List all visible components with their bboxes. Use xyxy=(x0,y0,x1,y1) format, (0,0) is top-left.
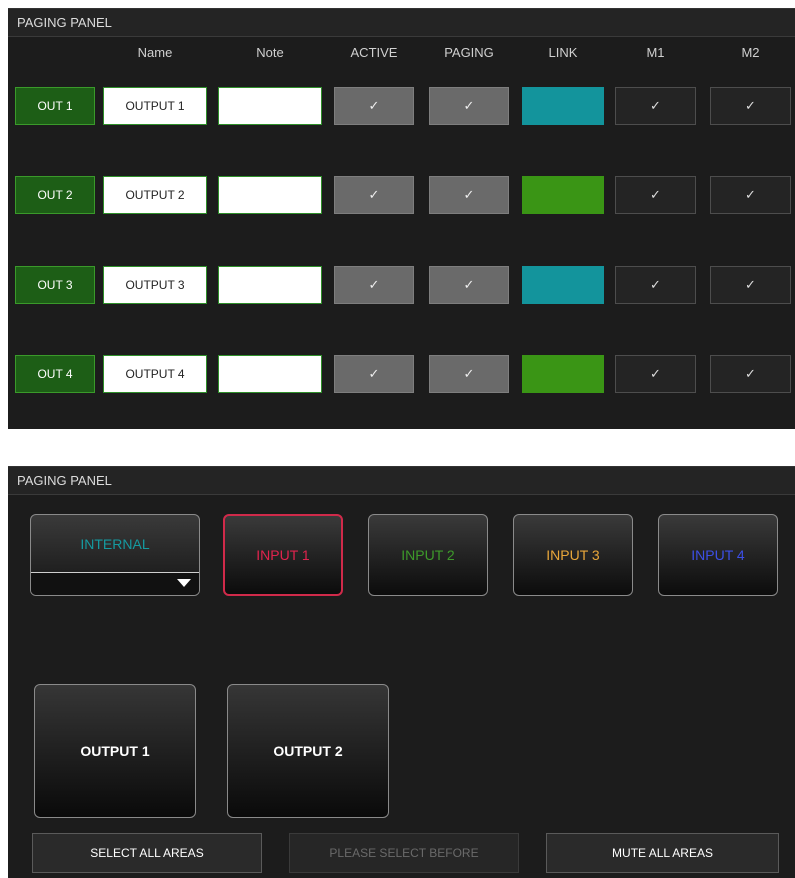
panel-title: PAGING PANEL xyxy=(8,8,795,37)
source-label: INTERNAL xyxy=(80,535,150,552)
name-field[interactable]: OUTPUT 3 xyxy=(103,266,207,304)
output-area-button[interactable]: OUTPUT 1 xyxy=(34,684,196,818)
m2-checkbox[interactable]: ✓ xyxy=(710,87,791,125)
out-button[interactable]: OUT 3 xyxy=(15,266,95,304)
note-field[interactable] xyxy=(218,266,322,304)
source-dropdown[interactable] xyxy=(31,572,199,595)
out-button[interactable]: OUT 2 xyxy=(15,176,95,214)
panel-title: PAGING PANEL xyxy=(8,466,795,495)
m1-checkbox[interactable]: ✓ xyxy=(615,87,696,125)
output-row: OUT 1 OUTPUT 1 ✓ ✓ ✓ ✓ xyxy=(8,87,795,127)
source-input-1-button[interactable]: INPUT 1 xyxy=(223,514,343,596)
paging-checkbox[interactable]: ✓ xyxy=(429,176,509,214)
m1-checkbox[interactable]: ✓ xyxy=(615,176,696,214)
m1-checkbox[interactable]: ✓ xyxy=(615,266,696,304)
source-input-2-button[interactable]: INPUT 2 xyxy=(368,514,488,596)
m2-checkbox[interactable]: ✓ xyxy=(710,176,791,214)
active-checkbox[interactable]: ✓ xyxy=(334,355,414,393)
source-input-3-button[interactable]: INPUT 3 xyxy=(513,514,633,596)
link-color-swatch[interactable] xyxy=(522,266,604,304)
link-color-swatch[interactable] xyxy=(522,355,604,393)
dropdown-arrow-icon xyxy=(177,579,191,587)
output-row: OUT 4 OUTPUT 4 ✓ ✓ ✓ ✓ xyxy=(8,355,795,395)
output-row: OUT 3 OUTPUT 3 ✓ ✓ ✓ ✓ xyxy=(8,266,795,306)
out-button[interactable]: OUT 4 xyxy=(15,355,95,393)
column-header-name: Name xyxy=(137,45,173,60)
please-select-before-button: PLEASE SELECT BEFORE xyxy=(289,833,519,873)
note-field[interactable] xyxy=(218,355,322,393)
output-row: OUT 2 OUTPUT 2 ✓ ✓ ✓ ✓ xyxy=(8,176,795,216)
m1-checkbox[interactable]: ✓ xyxy=(615,355,696,393)
paging-panel-outputs: PAGING PANEL Name Note ACTIVE PAGING LIN… xyxy=(8,8,795,429)
active-checkbox[interactable]: ✓ xyxy=(334,176,414,214)
output-area-button[interactable]: OUTPUT 2 xyxy=(227,684,389,818)
column-header-link: LINK xyxy=(548,45,578,60)
out-button[interactable]: OUT 1 xyxy=(15,87,95,125)
paging-checkbox[interactable]: ✓ xyxy=(429,87,509,125)
link-color-swatch[interactable] xyxy=(522,176,604,214)
paging-panel-sources: PAGING PANEL INTERNAL INPUT 1 INPUT 2 IN… xyxy=(8,466,795,878)
name-field[interactable]: OUTPUT 4 xyxy=(103,355,207,393)
source-input-4-button[interactable]: INPUT 4 xyxy=(658,514,778,596)
m2-checkbox[interactable]: ✓ xyxy=(710,266,791,304)
column-header-m1: M1 xyxy=(646,45,665,60)
note-field[interactable] xyxy=(218,176,322,214)
column-header-active: ACTIVE xyxy=(350,45,398,60)
note-field[interactable] xyxy=(218,87,322,125)
column-header-m2: M2 xyxy=(741,45,760,60)
column-header-note: Note xyxy=(256,45,284,60)
paging-checkbox[interactable]: ✓ xyxy=(429,355,509,393)
name-field[interactable]: OUTPUT 2 xyxy=(103,176,207,214)
active-checkbox[interactable]: ✓ xyxy=(334,266,414,304)
column-header-paging: PAGING xyxy=(444,45,494,60)
mute-all-areas-button[interactable]: MUTE ALL AREAS xyxy=(546,833,779,873)
select-all-areas-button[interactable]: SELECT ALL AREAS xyxy=(32,833,262,873)
paging-checkbox[interactable]: ✓ xyxy=(429,266,509,304)
source-internal-button[interactable]: INTERNAL xyxy=(30,514,200,596)
active-checkbox[interactable]: ✓ xyxy=(334,87,414,125)
name-field[interactable]: OUTPUT 1 xyxy=(103,87,207,125)
link-color-swatch[interactable] xyxy=(522,87,604,125)
m2-checkbox[interactable]: ✓ xyxy=(710,355,791,393)
